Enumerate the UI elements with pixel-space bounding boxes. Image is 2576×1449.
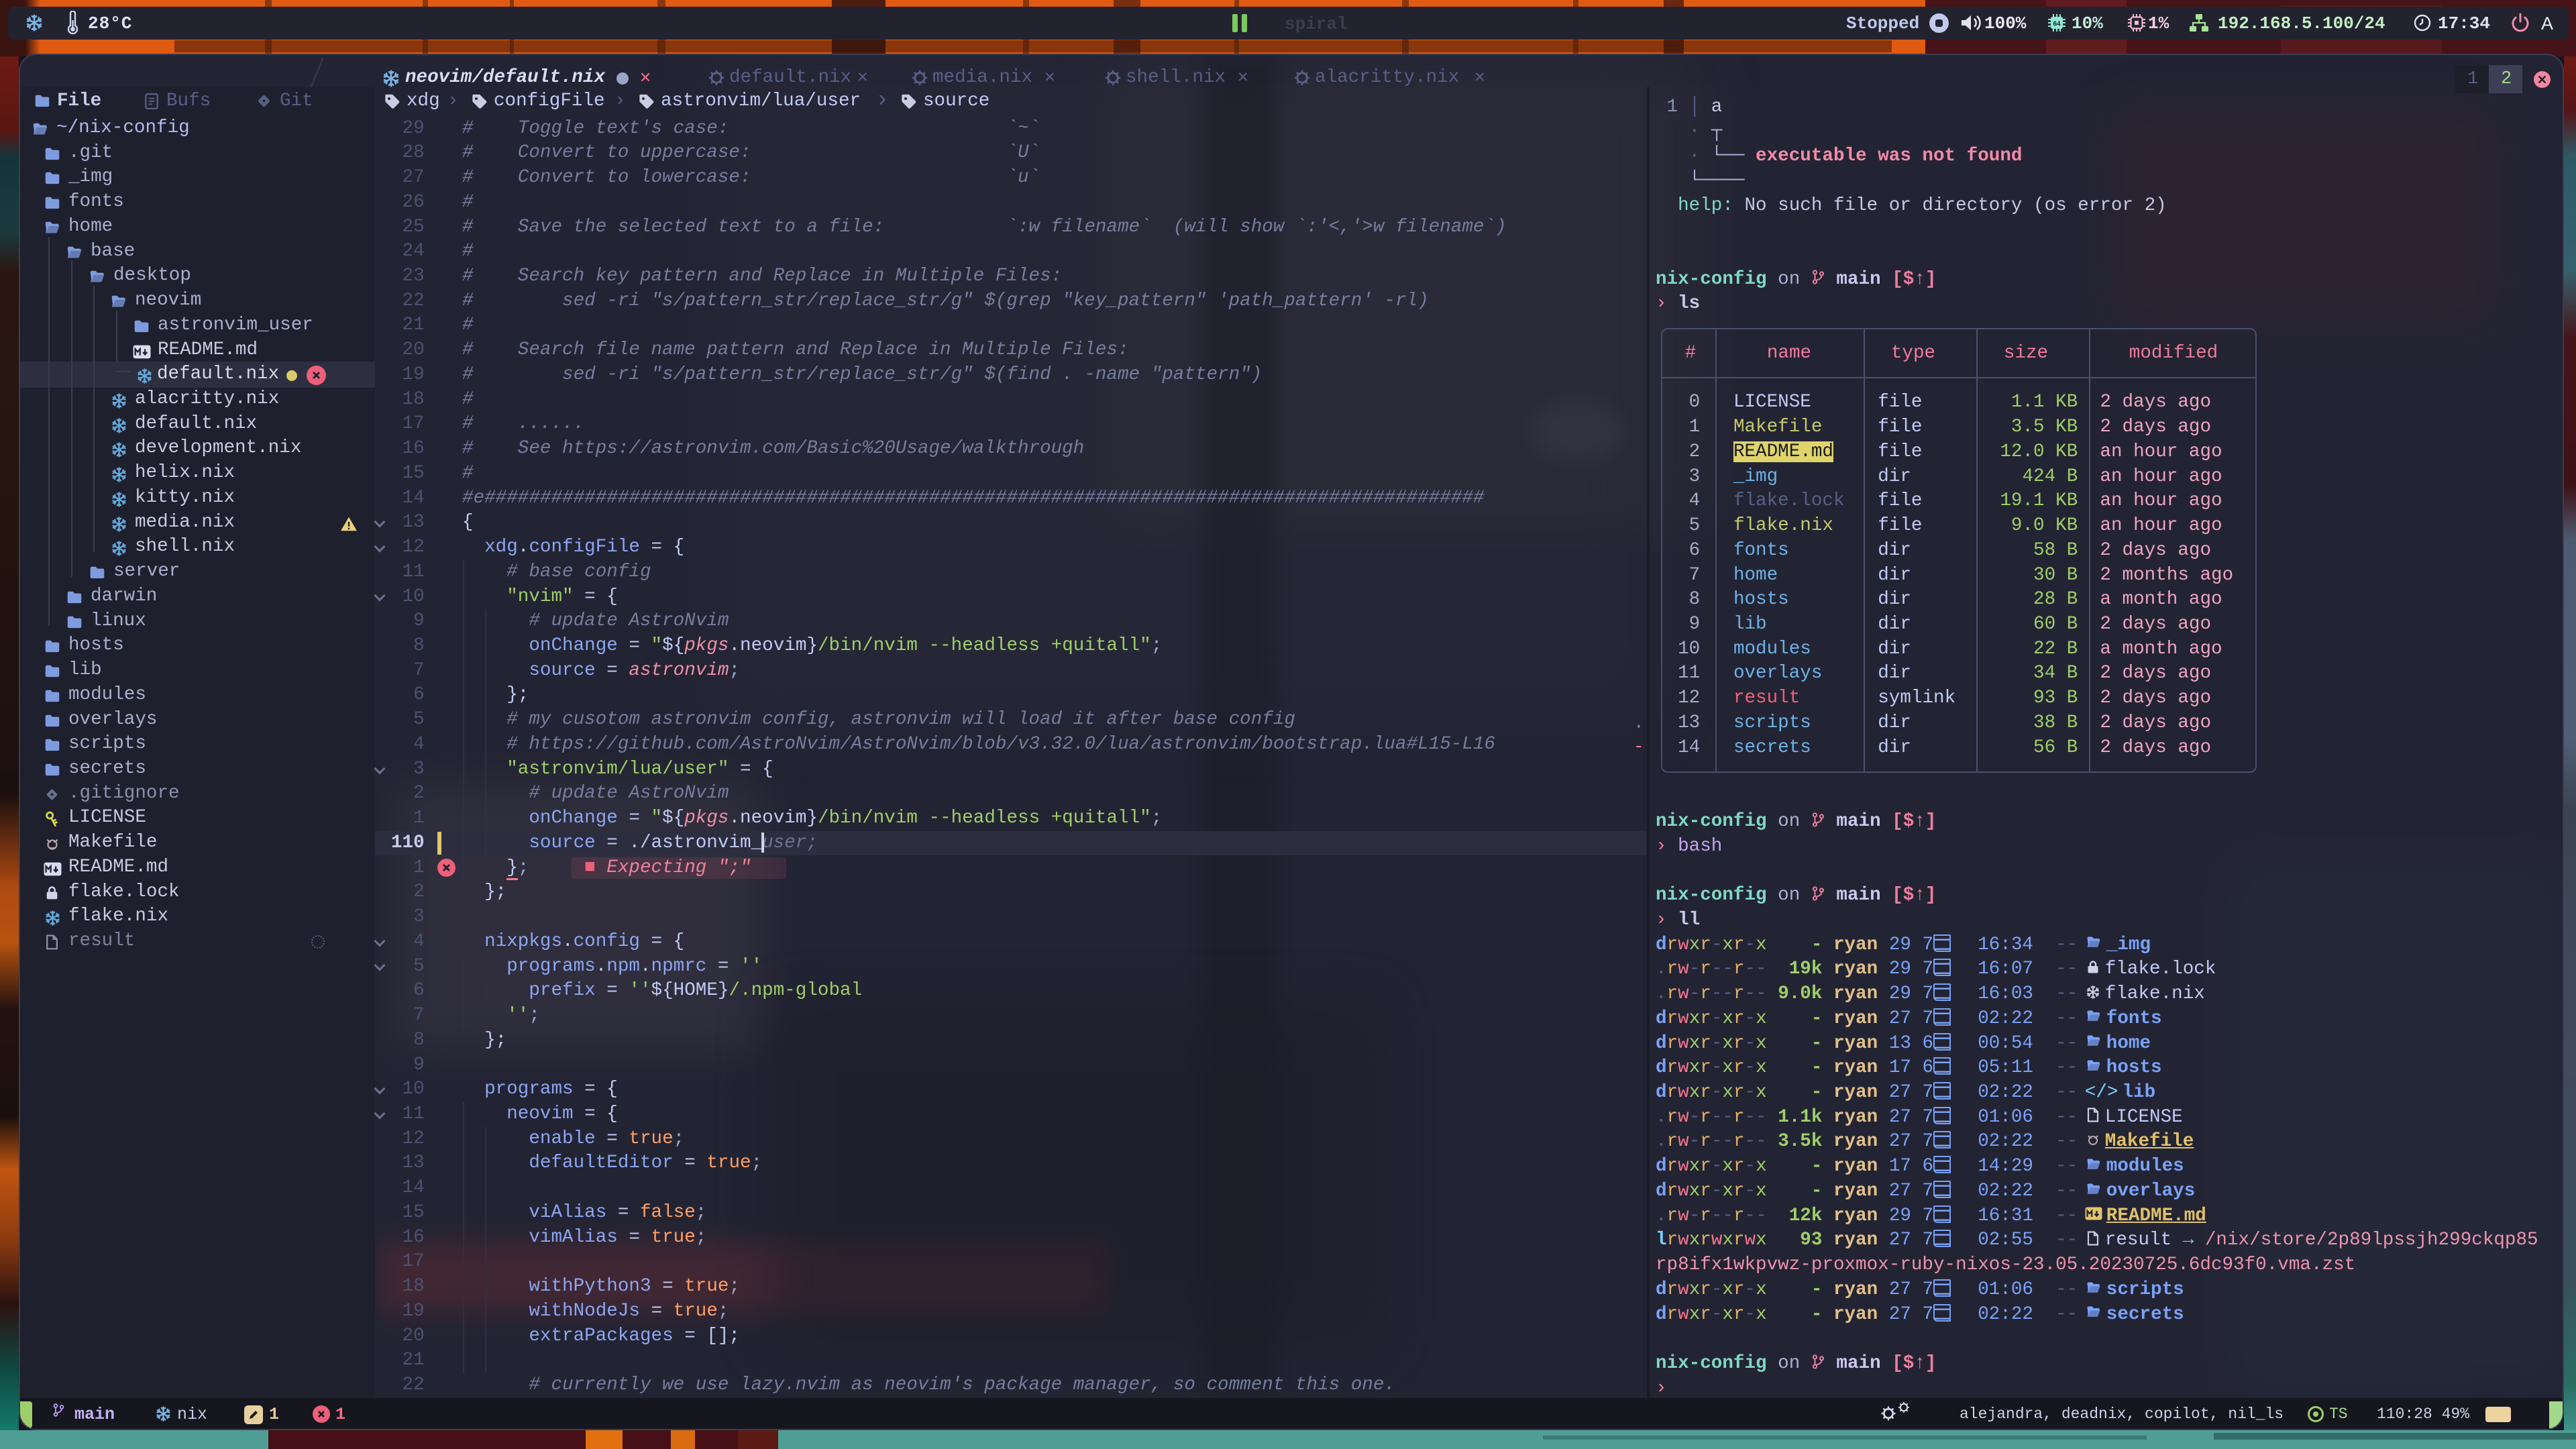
svg-text:64: 64	[2053, 21, 2061, 28]
